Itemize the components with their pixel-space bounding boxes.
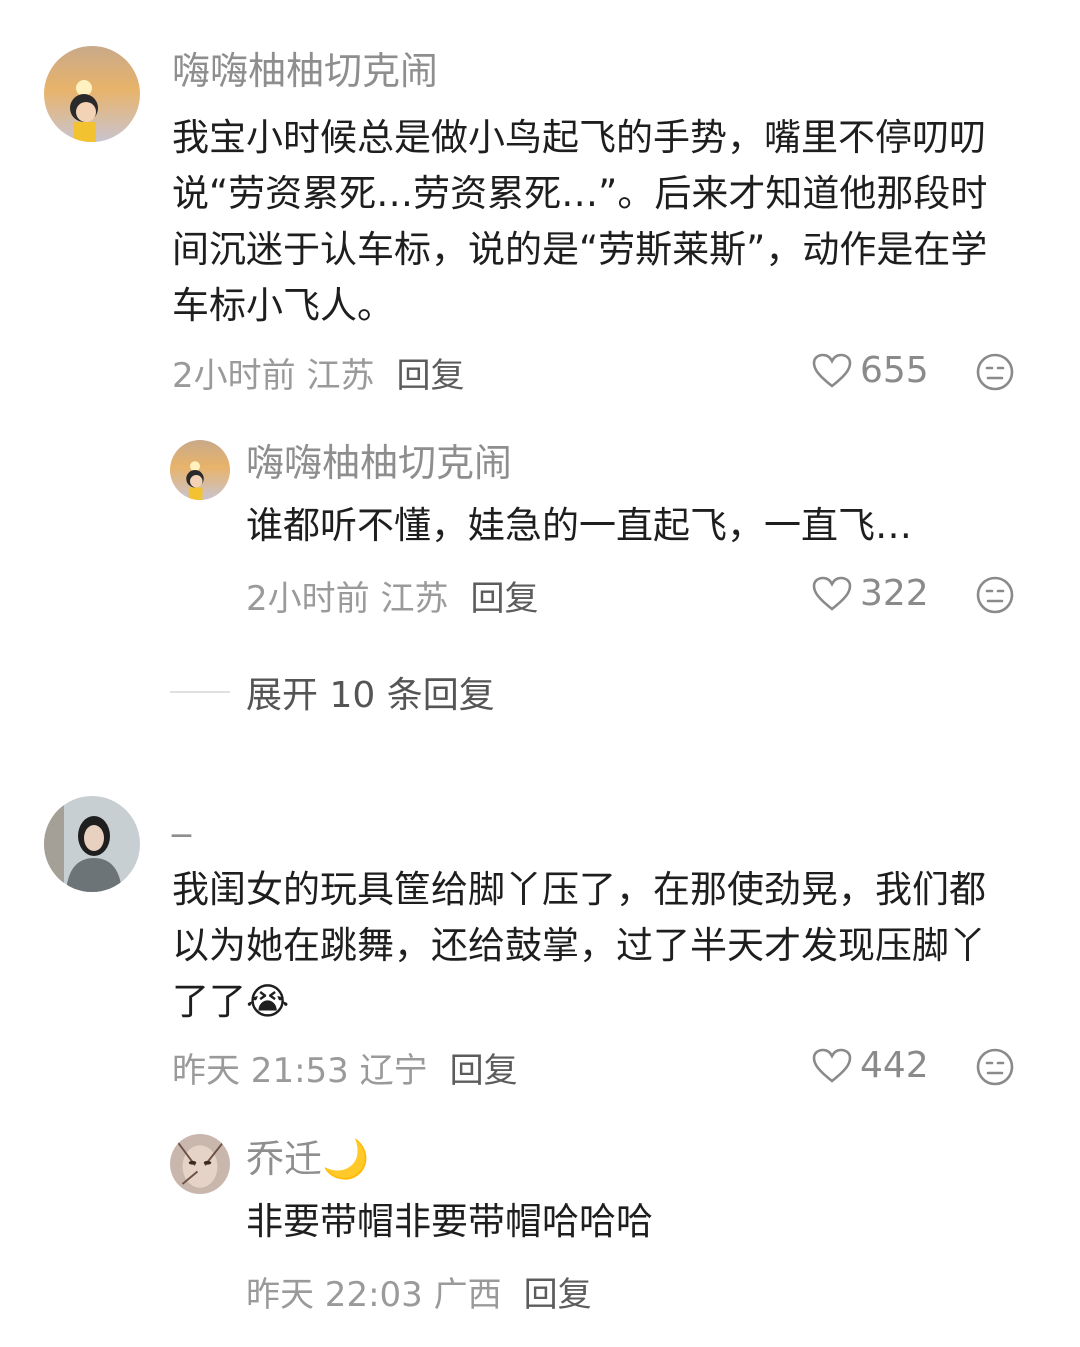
expand-replies-label: 展开 10 条回复: [246, 675, 495, 716]
avatar[interactable]: [170, 440, 230, 500]
like-button[interactable]: 655: [812, 350, 929, 392]
like-count: 322: [860, 573, 929, 614]
comment-meta: 2小时前 江苏 回复: [172, 355, 464, 397]
divider: [170, 691, 230, 693]
like-count: 442: [860, 1045, 929, 1086]
avatar[interactable]: [44, 46, 140, 142]
like-count: 655: [860, 350, 929, 391]
comment-time-location: 2小时前 江苏: [172, 356, 375, 396]
like-button[interactable]: 442: [812, 1045, 929, 1087]
expand-replies-button[interactable]: 展开 10 条回复: [170, 666, 495, 718]
reply-meta: 昨天 22:03 广西 回复: [246, 1274, 592, 1316]
avatar[interactable]: [44, 796, 140, 892]
reply-text: 谁都听不懂，娃急的一直起飞，一直飞…: [246, 504, 912, 547]
reply-button[interactable]: 回复: [396, 356, 464, 396]
reply-username[interactable]: 嗨嗨柚柚切克闹: [246, 440, 512, 486]
reply-button[interactable]: 回复: [470, 579, 538, 619]
comment-time-location: 昨天 21:53 辽宁: [172, 1051, 428, 1091]
reply-time-location: 昨天 22:03 广西: [246, 1275, 502, 1315]
comment-meta: 昨天 21:53 辽宁 回复: [172, 1050, 518, 1092]
comment-text: 我宝小时候总是做小鸟起飞的手势，嘴里不停叨叨说“劳资累死…劳资累死…”。后来才知…: [172, 116, 988, 327]
reply-button[interactable]: 回复: [524, 1275, 592, 1315]
comment-username[interactable]: 嗨嗨柚柚切克闹: [172, 48, 438, 94]
reply-time-location: 2小时前 江苏: [246, 579, 449, 619]
comment-text: 我闺女的玩具筐给脚丫压了，在那使劲晃，我们都以为她在跳舞，还给鼓掌，过了半天才发…: [172, 868, 986, 1023]
meh-face-icon[interactable]: [975, 575, 1015, 615]
reply-button[interactable]: 回复: [450, 1051, 518, 1091]
heart-outline-icon: [812, 353, 852, 388]
heart-outline-icon: [812, 576, 852, 611]
meh-face-icon[interactable]: [975, 1047, 1015, 1087]
reply-text: 非要带帽非要带帽哈哈哈: [246, 1200, 653, 1243]
reply-username[interactable]: 乔迁🌙: [246, 1136, 369, 1182]
reply-meta: 2小时前 江苏 回复: [246, 578, 538, 620]
like-button[interactable]: 322: [812, 573, 929, 615]
heart-outline-icon: [812, 1048, 852, 1083]
meh-face-icon[interactable]: [975, 352, 1015, 392]
avatar[interactable]: [170, 1134, 230, 1194]
comment-username[interactable]: _: [172, 792, 191, 838]
